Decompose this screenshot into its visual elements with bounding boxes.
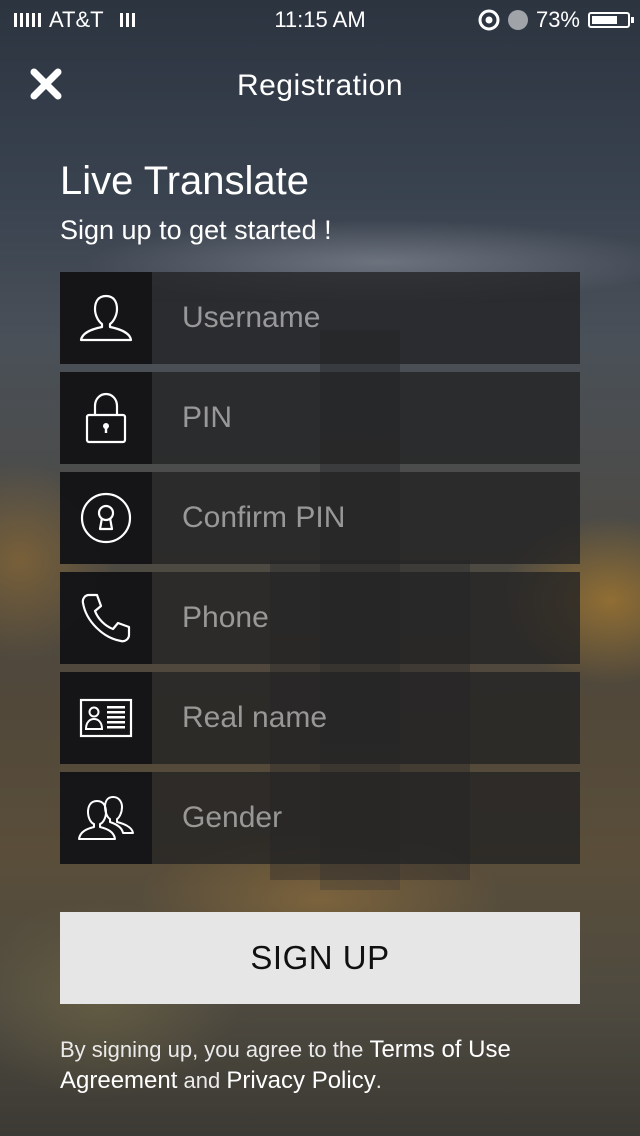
confirm-pin-field xyxy=(60,472,580,564)
users-icon xyxy=(78,796,134,840)
field-icon-box xyxy=(60,572,152,664)
legal-suffix: . xyxy=(375,1068,382,1093)
field-icon-box xyxy=(60,272,152,364)
legal-prefix: By signing up, you agree to the xyxy=(60,1037,370,1062)
user-icon xyxy=(79,294,133,342)
legal-joiner: and xyxy=(177,1068,227,1093)
confirm-pin-input[interactable] xyxy=(152,472,580,564)
pin-field xyxy=(60,372,580,464)
phone-field xyxy=(60,572,580,664)
gender-field xyxy=(60,772,580,864)
field-icon-box xyxy=(60,672,152,764)
username-field xyxy=(60,272,580,364)
status-right: 73% xyxy=(478,0,634,40)
app-subtitle: Sign up to get started ! xyxy=(60,215,332,245)
pin-input[interactable] xyxy=(152,372,580,464)
real-name-input[interactable] xyxy=(152,672,580,764)
battery-percent: 73% xyxy=(535,7,580,32)
username-input[interactable] xyxy=(152,272,580,364)
status-bar: AT&T 11:15 AM 73% xyxy=(0,0,640,40)
app-title: Live Translate xyxy=(60,159,310,203)
nav-title: Registration xyxy=(236,69,404,102)
legal-text: By signing up, you agree to the Terms of… xyxy=(60,1034,580,1096)
field-icon-box xyxy=(60,472,152,564)
registration-form xyxy=(60,272,580,872)
bluetooth-icon xyxy=(507,10,528,30)
battery-icon xyxy=(588,12,634,28)
gender-input[interactable] xyxy=(152,772,580,864)
lock-icon xyxy=(85,392,127,444)
field-icon-box xyxy=(60,372,152,464)
orientation-lock-icon xyxy=(478,9,500,31)
sign-up-button[interactable]: SIGN UP xyxy=(60,912,580,1004)
keyhole-icon xyxy=(80,492,132,544)
phone-icon xyxy=(81,593,131,643)
privacy-policy-link[interactable]: Privacy Policy xyxy=(226,1067,375,1094)
phone-input[interactable] xyxy=(152,572,580,664)
field-icon-box xyxy=(60,772,152,864)
real-name-field xyxy=(60,672,580,764)
id-card-icon xyxy=(79,698,133,738)
